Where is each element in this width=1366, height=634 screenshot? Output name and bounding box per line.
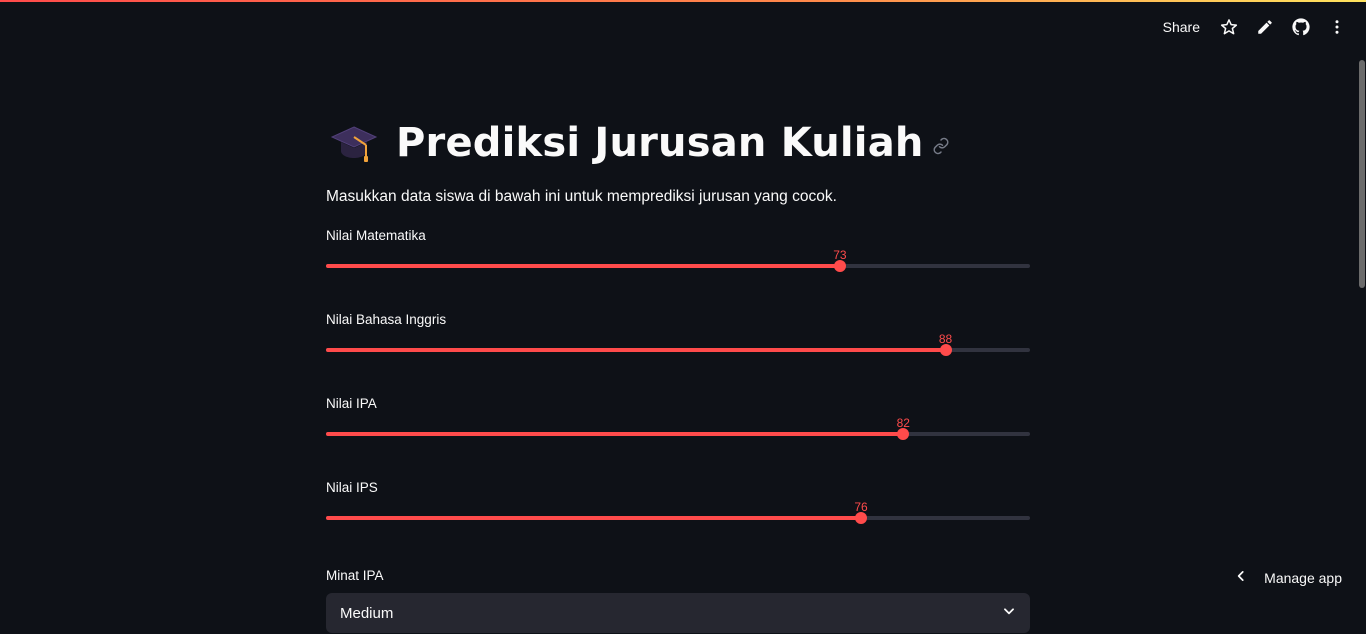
slider-bahasa-inggris: Nilai Bahasa Inggris 88 [326,312,1030,396]
page-title: Prediksi Jurusan Kuliah [396,120,924,166]
minat-ipa-field: Minat IPA Medium [326,568,1030,633]
slider-track[interactable] [326,260,1030,272]
slider-thumb[interactable] [833,260,846,272]
top-decoration-bar [0,0,1366,2]
page-description: Masukkan data siswa di bawah ini untuk m… [326,188,837,205]
slider-track[interactable] [326,512,1030,524]
slider-thumb[interactable] [897,428,910,440]
chevron-left-icon [1234,569,1248,586]
slider-matematika: Nilai Matematika 73 [326,228,1030,312]
manage-app-button[interactable]: Manage app [1234,569,1342,586]
more-vertical-icon[interactable] [1328,18,1346,36]
minat-ipa-select[interactable]: Medium [326,593,1030,633]
select-label: Minat IPA [326,568,384,583]
share-button[interactable]: Share [1163,19,1200,35]
page-title-row: Prediksi Jurusan Kuliah [330,110,1034,176]
chevron-down-icon [1002,604,1016,622]
github-icon[interactable] [1292,18,1310,36]
select-value: Medium [340,604,394,622]
main-content: Prediksi Jurusan Kuliah Masukkan data si… [326,110,1030,633]
slider-fill [326,348,946,352]
slider-thumb[interactable] [855,512,868,524]
slider-fill [326,432,904,436]
slider-label: Nilai IPS [326,480,378,495]
pencil-icon[interactable] [1256,18,1274,36]
manage-app-label: Manage app [1264,569,1342,586]
star-icon[interactable] [1220,18,1238,36]
slider-ipa: Nilai IPA 82 [326,396,1030,480]
slider-track[interactable] [326,428,1030,440]
slider-fill [326,264,840,268]
slider-label: Nilai Bahasa Inggris [326,312,447,327]
header-toolbar: Share [1163,18,1346,36]
slider-ips: Nilai IPS 76 [326,480,1030,564]
page-scrollbar[interactable] [1358,58,1366,634]
scrollbar-thumb[interactable] [1359,60,1365,288]
graduation-cap-icon [330,119,378,167]
slider-fill [326,516,862,520]
slider-thumb[interactable] [939,344,952,356]
sliders-container: Nilai Matematika 73 Nilai Bahasa Inggris… [326,228,1030,564]
slider-label: Nilai Matematika [326,228,426,243]
slider-label: Nilai IPA [326,396,377,411]
slider-track[interactable] [326,344,1030,356]
link-icon[interactable] [932,137,950,155]
